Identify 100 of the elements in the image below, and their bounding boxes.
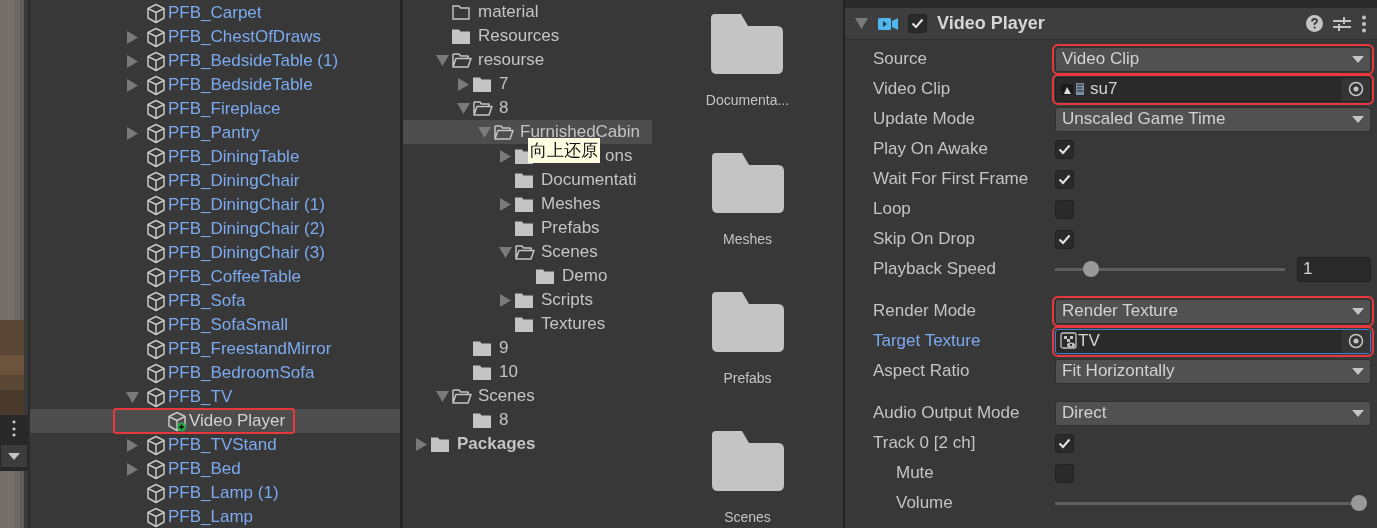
collapse-arrow-icon[interactable]: [498, 246, 512, 258]
folder-row[interactable]: 9: [403, 336, 652, 360]
hierarchy-item-name[interactable]: PFB_Pantry: [168, 123, 260, 143]
large-folder-icon[interactable]: [711, 431, 784, 491]
folder-name[interactable]: 10: [499, 362, 518, 382]
hierarchy-row[interactable]: PFB_CoffeeTable: [30, 265, 400, 289]
hierarchy-row[interactable]: PFB_DiningChair: [30, 169, 400, 193]
dropdown[interactable]: Fit Horizontally: [1055, 358, 1371, 384]
folder-name[interactable]: Textures: [541, 314, 606, 334]
folder-name[interactable]: 7: [499, 74, 509, 94]
folder-label[interactable]: Meshes: [723, 231, 772, 247]
hierarchy-item-name[interactable]: PFB_BedsideTable (1): [168, 51, 339, 71]
folder-label[interactable]: Scenes: [724, 509, 771, 525]
hierarchy-row[interactable]: PFB_DiningChair (2): [30, 217, 400, 241]
checkbox[interactable]: [1055, 139, 1074, 159]
hierarchy-row[interactable]: PFB_DiningChair (3): [30, 241, 400, 265]
folder-row[interactable]: Prefabs: [403, 216, 652, 240]
folder-row[interactable]: Packages: [403, 432, 652, 456]
expand-arrow-icon[interactable]: [457, 77, 469, 91]
folder-name[interactable]: 8: [499, 410, 509, 430]
folder-name[interactable]: Demo: [562, 266, 608, 286]
hierarchy-row[interactable]: PFB_FreestandMirror: [30, 337, 400, 361]
folder-row[interactable]: Demo: [403, 264, 652, 288]
dropdown-button[interactable]: [1, 445, 27, 467]
hierarchy-row[interactable]: PFB_TVStand: [30, 433, 400, 457]
large-folder-icon[interactable]: [711, 292, 784, 352]
folder-name[interactable]: Scripts: [541, 290, 593, 310]
folder-row[interactable]: resourse: [403, 48, 652, 72]
folder-name[interactable]: material: [478, 2, 539, 22]
hierarchy-item-name[interactable]: PFB_BedroomSofa: [168, 363, 315, 383]
large-folder-icon[interactable]: [711, 153, 784, 213]
expand-arrow-icon[interactable]: [126, 462, 138, 476]
folder-name[interactable]: Scenes: [541, 242, 598, 262]
folder-name[interactable]: Scenes: [478, 386, 535, 406]
collapse-arrow-icon[interactable]: [435, 390, 449, 402]
folder-row[interactable]: Scenes: [403, 384, 652, 408]
folder-row[interactable]: 8: [403, 408, 652, 432]
folder-row[interactable]: 7: [403, 72, 652, 96]
folder-row[interactable]: 10: [403, 360, 652, 384]
folder-row[interactable]: Scripts: [403, 288, 652, 312]
folder-row[interactable]: material: [403, 0, 652, 24]
number-field[interactable]: 1: [1297, 256, 1371, 282]
folder-row[interactable]: Documentati: [403, 168, 652, 192]
dropdown[interactable]: Video Clip: [1055, 46, 1371, 72]
hierarchy-row[interactable]: PFB_DiningChair (1): [30, 193, 400, 217]
dropdown[interactable]: Unscaled Game Time: [1055, 106, 1371, 132]
checkbox[interactable]: [1055, 229, 1074, 249]
dropdown[interactable]: Render Texture: [1055, 298, 1371, 324]
dropdown[interactable]: Direct: [1055, 400, 1371, 426]
enable-checkbox[interactable]: [908, 14, 927, 33]
hierarchy-item-name[interactable]: PFB_DiningChair (3): [168, 243, 325, 263]
collapse-arrow-icon[interactable]: [125, 391, 139, 403]
expand-arrow-icon[interactable]: [499, 149, 511, 163]
expand-arrow-icon[interactable]: [499, 293, 511, 307]
checkbox[interactable]: [1055, 169, 1074, 189]
hierarchy-row[interactable]: PFB_BedroomSofa: [30, 361, 400, 385]
hierarchy-row[interactable]: PFB_BedsideTable (1): [30, 49, 400, 73]
collapse-arrow-icon[interactable]: [855, 18, 868, 29]
hierarchy-item-name[interactable]: PFB_DiningChair (1): [168, 195, 325, 215]
more-menu[interactable]: ⋮: [5, 419, 23, 437]
object-picker-icon[interactable]: [1342, 329, 1370, 353]
hierarchy-row[interactable]: PFB_Fireplace: [30, 97, 400, 121]
slider-thumb[interactable]: [1082, 261, 1099, 277]
collapse-arrow-icon[interactable]: [435, 54, 449, 66]
hierarchy-row[interactable]: PFB_SofaSmall: [30, 313, 400, 337]
folder-name[interactable]: Documentati: [541, 170, 637, 190]
hierarchy-item-name[interactable]: PFB_SofaSmall: [168, 315, 288, 335]
hierarchy-item-name[interactable]: PFB_BedsideTable: [168, 75, 313, 95]
hierarchy-item-name[interactable]: PFB_Bed: [168, 459, 241, 479]
object-picker-icon[interactable]: [1342, 77, 1370, 101]
hierarchy-item-name[interactable]: PFB_CoffeeTable: [168, 267, 301, 287]
folder-name[interactable]: resourse: [478, 50, 545, 70]
hierarchy-row[interactable]: PFB_TV: [30, 385, 400, 409]
hierarchy-row[interactable]: PFB_DiningTable: [30, 145, 400, 169]
expand-arrow-icon[interactable]: [499, 197, 511, 211]
expand-arrow-icon[interactable]: [126, 126, 138, 140]
hierarchy-item-name[interactable]: PFB_TVStand: [168, 435, 277, 455]
hierarchy-item-name[interactable]: PFB_ChestOfDraws: [168, 27, 322, 47]
folder-name[interactable]: 8: [499, 98, 509, 118]
hierarchy-item-name[interactable]: PFB_TV: [168, 387, 233, 407]
expand-arrow-icon[interactable]: [126, 30, 138, 44]
hierarchy-item-name[interactable]: PFB_FreestandMirror: [168, 339, 332, 359]
hierarchy-item-name[interactable]: PFB_Lamp: [168, 507, 254, 527]
hierarchy-item-name[interactable]: PFB_Sofa: [168, 291, 246, 311]
expand-arrow-icon[interactable]: [126, 78, 138, 92]
folder-row[interactable]: Scenes: [403, 240, 652, 264]
folder-name[interactable]: Resources: [478, 26, 560, 46]
folder-row[interactable]: Textures: [403, 312, 652, 336]
hierarchy-row[interactable]: PFB_ChestOfDraws: [30, 25, 400, 49]
hierarchy-row[interactable]: PFB_Carpet: [30, 1, 400, 25]
expand-arrow-icon[interactable]: [415, 437, 427, 451]
expand-arrow-icon[interactable]: [126, 54, 138, 68]
folder-name[interactable]: 9: [499, 338, 509, 358]
object-field[interactable]: su7: [1055, 76, 1371, 102]
hierarchy-row[interactable]: PFB_Bed: [30, 457, 400, 481]
folder-name[interactable]: Meshes: [541, 194, 601, 214]
folder-name[interactable]: ons: [605, 146, 633, 166]
hierarchy-item-name[interactable]: PFB_DiningChair: [168, 171, 300, 191]
hierarchy-row[interactable]: Video Player: [30, 409, 400, 433]
folder-row[interactable]: Meshes: [403, 192, 652, 216]
